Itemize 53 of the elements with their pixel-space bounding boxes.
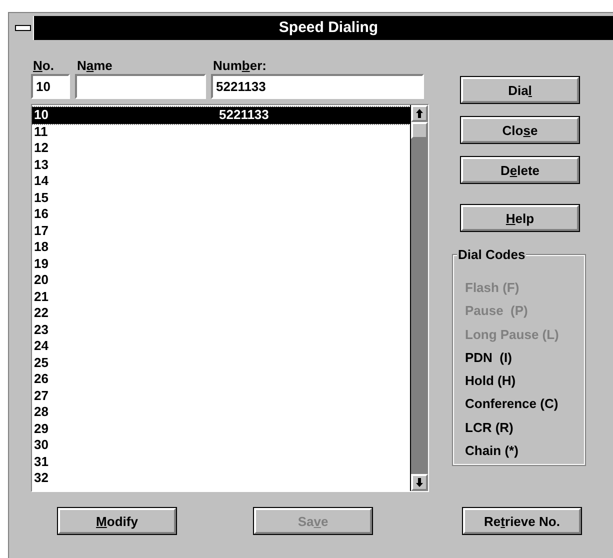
list-item[interactable]: 13 [32, 156, 410, 173]
list-item[interactable]: 31 [32, 454, 410, 470]
list-item[interactable]: 19 [32, 256, 410, 272]
list-item[interactable]: 23 [32, 322, 410, 338]
input-field[interactable]: 5221133 [211, 74, 424, 99]
dial-code-label: Conference (C) [465, 395, 560, 414]
list-item[interactable]: 22 [32, 305, 410, 322]
list-item[interactable]: 21 [32, 288, 410, 305]
dial-code-label: LCR (R) [465, 418, 514, 437]
list-item[interactable]: 15 [32, 190, 410, 206]
list-item[interactable]: 14 [32, 173, 410, 190]
scroll-down-button[interactable] [411, 474, 428, 491]
dialog-button[interactable]: Close [461, 117, 579, 143]
list-item[interactable]: 20 [32, 272, 410, 288]
up-arrow-icon [416, 109, 423, 118]
dialog-button[interactable]: Help [461, 205, 579, 231]
input-field[interactable] [75, 74, 206, 99]
scroll-up-button[interactable] [411, 105, 428, 122]
dialog-button[interactable]: Retrieve No. [463, 508, 581, 534]
list-item[interactable]: 12 [32, 140, 410, 156]
list-item[interactable]: 29 [32, 420, 410, 437]
dialog-button[interactable]: Delete [461, 157, 579, 183]
list-item[interactable]: 24 [32, 338, 410, 354]
field-label: No. [32, 58, 55, 74]
dial-code-label: Chain (*) [465, 442, 520, 460]
dial-code-label: Flash (F) [465, 279, 520, 297]
dialog-button[interactable]: Modify [58, 508, 176, 534]
list-box[interactable]: 10 5221133 11 12 13 14 15 16 17 18 19 20 21 22 23 24 25 26 27 28 29 30 31 32 [31, 104, 429, 492]
dialog-button[interactable]: Dial [461, 77, 579, 103]
list-item[interactable]: 32 [32, 470, 410, 486]
scroll-thumb[interactable] [411, 122, 428, 139]
list-item[interactable]: 17 [32, 222, 410, 239]
list-item[interactable]: 28 [32, 404, 410, 420]
down-arrow-icon [416, 478, 423, 487]
scrollbar[interactable] [410, 105, 428, 491]
dial-code-label: PDN (I) [465, 348, 513, 367]
list-item[interactable]: 10 5221133 [32, 107, 410, 124]
system-menu-button[interactable] [12, 16, 34, 40]
input-field[interactable]: 10 [31, 74, 70, 99]
list-item[interactable]: 30 [32, 437, 410, 454]
list-item[interactable]: 26 [32, 371, 410, 388]
window-title: Speed Dialing [278, 18, 380, 38]
dial-code-label: Long Pause (L) [465, 326, 560, 344]
list-item[interactable]: 25 [32, 354, 410, 371]
group-title: Dial Codes [457, 247, 526, 262]
field-label: Number: [212, 58, 268, 74]
dial-code-label: Pause (P) [465, 302, 529, 320]
list-item[interactable]: 11 [32, 124, 410, 140]
list-item[interactable]: 16 [32, 206, 410, 222]
dial-code-label: Hold (H) [465, 372, 517, 390]
list-item[interactable]: 27 [32, 388, 410, 404]
field-label: Name [76, 58, 114, 74]
list-item[interactable]: 18 [32, 239, 410, 256]
